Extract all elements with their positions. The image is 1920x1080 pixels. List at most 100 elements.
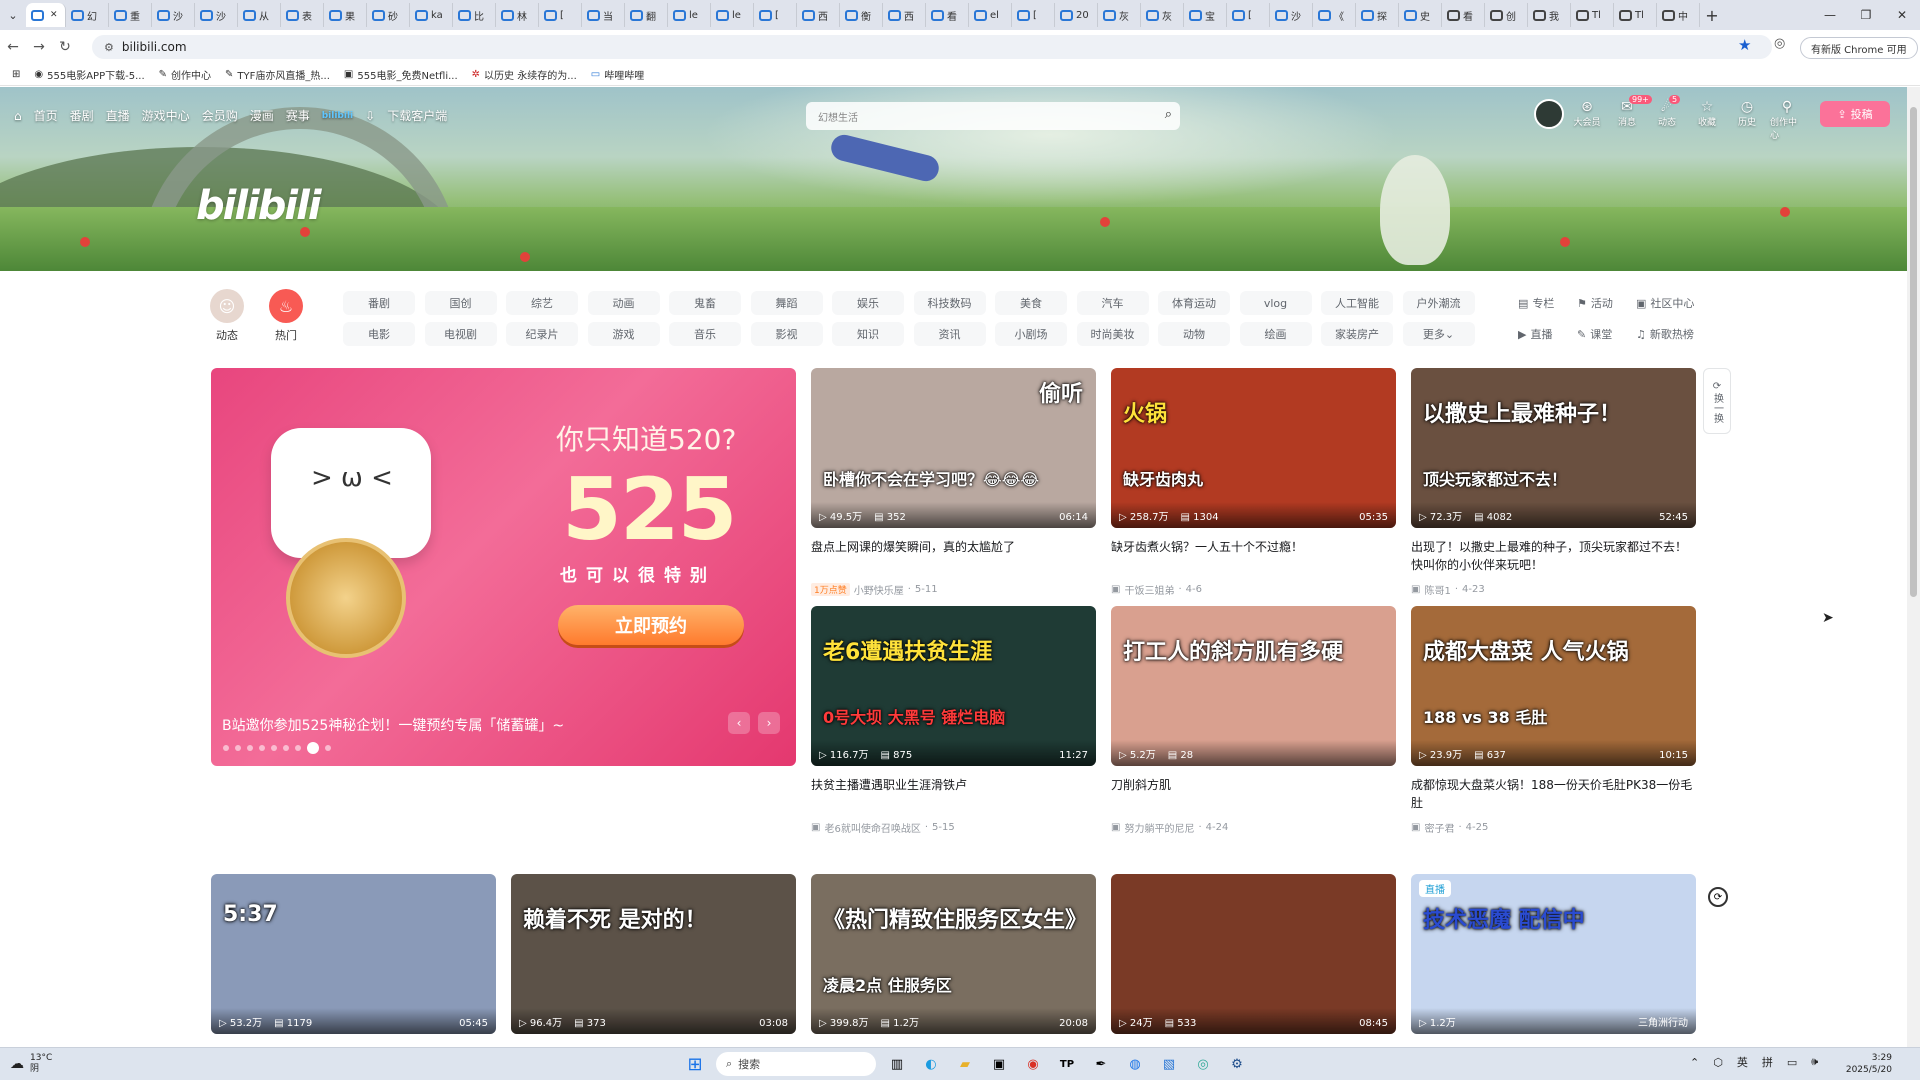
uploader-name[interactable]: 老6就叫使命召唤战区 (824, 820, 920, 835)
channel-chip[interactable]: 时尚美妆 (1076, 322, 1149, 346)
channel-chip[interactable]: 娱乐 (832, 291, 904, 315)
bookmark-item[interactable]: ✎ 创作中心 (159, 67, 211, 82)
uploader-name[interactable]: 陈哥1 (1424, 582, 1450, 597)
channel-chip[interactable]: 游戏 (587, 322, 660, 346)
video-title[interactable]: 刀削斜方肌 (1111, 776, 1396, 812)
browser-tab[interactable]: 砂 (367, 3, 410, 27)
carousel-dot[interactable] (247, 745, 253, 751)
video-thumbnail[interactable]: 5:37 ▷ 53.2万 ▤ 1179 05:45 (211, 874, 496, 1034)
bookmark-item[interactable]: ▭ 哔哩哔哩 (591, 67, 644, 82)
video-title[interactable]: 出现了！以撒史上最难的种子，顶尖玩家都过不去！快叫你的小伙伴来玩吧！ (1411, 538, 1696, 574)
tab-close-icon[interactable]: ✕ (50, 10, 58, 20)
carousel-dot-active[interactable] (307, 742, 319, 754)
site-info-icon[interactable]: ⚙ (104, 41, 114, 54)
nav-game-center[interactable]: 游戏中心 (142, 107, 190, 124)
pen-app-icon[interactable]: ✒ (1088, 1051, 1114, 1077)
carousel-dot[interactable] (283, 745, 289, 751)
search-box[interactable]: 幻想生活 ⌕ (806, 102, 1180, 130)
reload-icon[interactable]: ↻ (52, 39, 78, 55)
user-avatar[interactable] (1534, 99, 1564, 129)
video-card[interactable]: 成都大盘菜 人气火锅 188 vs 38 毛肚 ▷ 23.9万 ▤ 637 10:15 成… (1411, 606, 1696, 835)
channel-chip[interactable]: 人工智能 (1321, 291, 1393, 315)
browser-tab[interactable]: 重 (109, 3, 152, 27)
video-card[interactable]: 赖着不死 是对的！ ▷ 96.4万 ▤ 373 03:08 (511, 874, 796, 1034)
image-app-icon[interactable]: ▧ (1156, 1051, 1182, 1077)
taskbar-search[interactable]: ⌕ 搜索 (716, 1052, 876, 1076)
minimize-icon[interactable]: — (1812, 0, 1848, 30)
forward-icon[interactable]: → (26, 39, 52, 55)
video-thumbnail[interactable]: 直播 技术恶魔 配信中 ▷ 1.2万 三角洲行动 (1411, 874, 1696, 1034)
browser-tab[interactable]: 当 (582, 3, 625, 27)
edge-icon[interactable]: ◐ (918, 1051, 944, 1077)
carousel-dot[interactable] (259, 745, 265, 751)
browser-tab[interactable]: Tl (1614, 3, 1657, 27)
video-card[interactable]: 《热门精致住服务区女生》 凌晨2点 住服务区 ▷ 399.8万 ▤ 1.2万 20:08 (811, 874, 1096, 1034)
browser-tab[interactable]: 看 (926, 3, 969, 27)
link-community[interactable]: ▣ 社区中心 (1636, 295, 1694, 311)
browser-tab[interactable]: 衡 (840, 3, 883, 27)
upload-button[interactable]: ⇪ 投稿 (1820, 101, 1890, 127)
browser-tab[interactable]: 灰 (1141, 3, 1184, 27)
carousel-caption[interactable]: B站邀你参加525神秘企划！一键预约专属「储蓄罐」~ (222, 715, 564, 735)
browser-tab[interactable]: 幻 (66, 3, 109, 27)
nav-bilibili-badge[interactable]: bilibili (322, 111, 353, 121)
carousel-dot[interactable] (295, 745, 301, 751)
apps-icon[interactable]: ⊞ (12, 69, 20, 80)
browser-tab[interactable]: Tl (1571, 3, 1614, 27)
channel-chip[interactable]: 国创 (424, 291, 497, 315)
hot-channel[interactable]: ♨ 热门 (266, 289, 306, 343)
channel-chip[interactable]: 家装房产 (1321, 322, 1393, 346)
link-column[interactable]: ▤ 专栏 (1518, 295, 1554, 311)
browser-tab[interactable]: 沙 (1270, 3, 1313, 27)
link-activity[interactable]: ⚑ 活动 (1577, 295, 1613, 311)
update-chrome-button[interactable]: 有新版 Chrome 可用 (1800, 37, 1918, 59)
tp-app-icon[interactable]: TP (1054, 1051, 1080, 1077)
link-new-songs[interactable]: ♫ 新歌热榜 (1636, 326, 1694, 342)
dynamic-entry[interactable]: 5 ☄ 动态 (1650, 95, 1684, 128)
video-thumbnail[interactable]: 《热门精致住服务区女生》 凌晨2点 住服务区 ▷ 399.8万 ▤ 1.2万 20:08 (811, 874, 1096, 1034)
security-app-icon[interactable]: ◍ (1122, 1051, 1148, 1077)
video-card[interactable]: 直播 技术恶魔 配信中 ▷ 1.2万 三角洲行动 (1411, 874, 1696, 1034)
tray-app-icon[interactable]: ⬡ (1713, 1056, 1723, 1069)
tray-expand-icon[interactable]: ⌃ (1690, 1056, 1699, 1069)
new-tab-button[interactable]: + (1700, 6, 1724, 25)
browser-tab[interactable]: 林 (496, 3, 539, 27)
nav-home[interactable]: 首页 (34, 107, 58, 124)
task-view-icon[interactable]: ▥ (884, 1051, 910, 1077)
search-input[interactable]: 幻想生活 (818, 109, 858, 124)
page-scrollbar[interactable] (1907, 87, 1920, 1047)
close-icon[interactable]: ✕ (1884, 0, 1920, 30)
browser-tab[interactable]: [ (1227, 3, 1270, 27)
nav-esports[interactable]: 赛事 (286, 107, 310, 124)
ring-app-icon[interactable]: ◎ (1190, 1051, 1216, 1077)
channel-chip[interactable]: 动物 (1158, 322, 1230, 346)
tab-active[interactable]: ✕ (26, 3, 66, 27)
nav-bangumi[interactable]: 番剧 (70, 107, 94, 124)
browser-tab[interactable]: 西 (883, 3, 926, 27)
video-title[interactable]: 成都惊现大盘菜火锅！188一份天价毛肚PK38一份毛肚 (1411, 776, 1696, 812)
browser-tab[interactable]: 《 (1313, 3, 1356, 27)
browser-tab[interactable]: 20 (1055, 3, 1098, 27)
promo-carousel[interactable]: > ω < 你只知道520? 525 也可以很特别 立即预约 B站邀你参加525… (211, 368, 796, 766)
video-thumbnail[interactable]: 以撒史上最难种子！ 顶尖玩家都过不去！ ▷ 72.3万 ▤ 4082 52:45 (1411, 368, 1696, 528)
creator-entry[interactable]: ⚲ 创作中心 (1770, 99, 1804, 141)
channel-chip[interactable]: 鬼畜 (669, 291, 741, 315)
browser-tab[interactable]: 宝 (1184, 3, 1227, 27)
volume-icon[interactable]: 🕪 (1811, 1055, 1818, 1069)
video-title[interactable]: 盘点上网课的爆笑瞬间，真的太尴尬了 (811, 538, 1096, 574)
browser-tab[interactable]: 创 (1485, 3, 1528, 27)
windows-start-icon[interactable]: ⊞ (682, 1051, 708, 1077)
channel-chip[interactable]: 音乐 (669, 322, 741, 346)
video-card[interactable]: 以撒史上最难种子！ 顶尖玩家都过不去！ ▷ 72.3万 ▤ 4082 52:45 出现了！… (1411, 368, 1696, 597)
video-title[interactable]: 缺牙齿煮火锅？一人五十个不过瘾！ (1111, 538, 1396, 574)
nav-mall[interactable]: 会员购 (202, 107, 238, 124)
channel-chip[interactable]: 更多 ⌄ (1402, 322, 1475, 346)
browser-tab[interactable]: 探 (1356, 3, 1399, 27)
video-card[interactable]: 偷听 卧槽你不会在学习吧？😂😂😂 ▷ 49.5万 ▤ 352 06:14 盘点上网课的爆笑… (811, 368, 1096, 597)
browser-tab[interactable]: ka (410, 3, 453, 27)
video-card[interactable]: 打工人的斜方肌有多硬 ▷ 5.2万 ▤ 28 刀削斜方肌 ▣ 努力躺平的尼尼 · 4-24 (1111, 606, 1396, 835)
bookmark-item[interactable]: ✲ 以历史 永续存的为... (472, 67, 577, 82)
bilibili-logo[interactable]: bilibili (196, 183, 322, 229)
channel-chip[interactable]: 绘画 (1239, 322, 1312, 346)
chevron-right-icon[interactable]: › (758, 712, 780, 734)
